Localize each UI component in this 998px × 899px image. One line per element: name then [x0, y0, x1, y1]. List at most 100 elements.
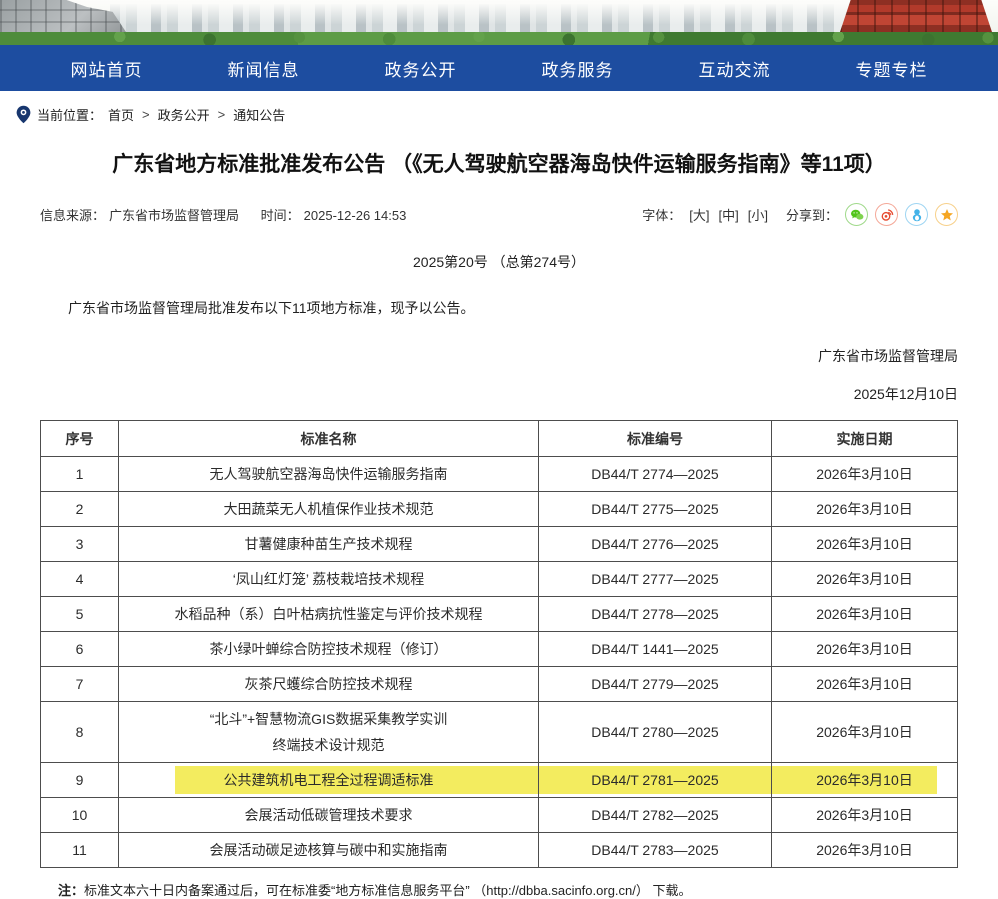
- weibo-share-icon[interactable]: [875, 203, 898, 226]
- table-row: 11 会展活动碳足迹核算与碳中和实施指南 DB44/T 2783—2025 20…: [41, 833, 958, 868]
- breadcrumb-govinfo[interactable]: 政务公开: [158, 105, 210, 124]
- cell-standard-code: DB44/T 2777—2025: [539, 562, 772, 597]
- cell-seq: 7: [41, 667, 119, 702]
- breadcrumb-notices[interactable]: 通知公告: [233, 105, 285, 124]
- font-size-medium-button[interactable]: [中]: [719, 205, 739, 224]
- nav-item[interactable]: 新闻信息: [185, 45, 342, 91]
- cell-standard-code: DB44/T 2776—2025: [539, 527, 772, 562]
- cell-standard-name: 公共建筑机电工程全过程调适标准: [119, 763, 539, 798]
- font-size-label: 字体：: [642, 205, 681, 224]
- header-code: 标准编号: [539, 421, 772, 457]
- nav-item[interactable]: 互动交流: [656, 45, 813, 91]
- cell-standard-code: DB44/T 1441—2025: [539, 632, 772, 667]
- article-source-time: 信息来源： 广东省市场监督管理局 时间： 2025-12-26 14:53: [40, 205, 410, 224]
- cell-standard-code: DB44/T 2779—2025: [539, 667, 772, 702]
- table-row: 8 “北斗”+智慧物流GIS数据采集教学实训 终端技术设计规范 DB44/T 2…: [41, 702, 958, 763]
- table-row: 10 会展活动低碳管理技术要求 DB44/T 2782—2025 2026年3月…: [41, 798, 958, 833]
- cell-standard-name: 甘薯健康种苗生产技术规程: [119, 527, 539, 562]
- cell-seq: 1: [41, 457, 119, 492]
- cell-standard-code: DB44/T 2782—2025: [539, 798, 772, 833]
- breadcrumb-separator: >: [218, 107, 226, 122]
- table-row: 4 ‘凤山红灯笼’ 荔枝栽培技术规程 DB44/T 2777—2025 2026…: [41, 562, 958, 597]
- footnote-label: 注：: [58, 883, 84, 898]
- cell-impl-date: 2026年3月10日: [772, 702, 958, 763]
- share-label: 分享到：: [786, 205, 838, 224]
- font-size-large-button[interactable]: [大]: [689, 205, 709, 224]
- cell-standard-name: 灰茶尺蠖综合防控技术规程: [119, 667, 539, 702]
- breadcrumb-label: 当前位置：: [37, 105, 102, 124]
- cell-impl-date: 2026年3月10日: [772, 667, 958, 702]
- cell-seq: 3: [41, 527, 119, 562]
- cell-seq: 10: [41, 798, 119, 833]
- font-share-controls: 字体： [大] [中] [小] 分享到：: [642, 203, 958, 226]
- cell-seq: 2: [41, 492, 119, 527]
- article-content: 广东省地方标准批准发布公告 （《无人驾驶航空器海岛快件运输服务指南》等11项） …: [0, 150, 998, 899]
- cell-standard-name: “北斗”+智慧物流GIS数据采集教学实训 终端技术设计规范: [119, 702, 539, 763]
- breadcrumb-home[interactable]: 首页: [108, 105, 134, 124]
- wechat-share-icon[interactable]: [845, 203, 868, 226]
- main-nav: 网站首页 新闻信息 政务公开 政务服务 互动交流 专题专栏: [0, 45, 998, 91]
- cell-impl-date: 2026年3月10日: [772, 562, 958, 597]
- qq-share-icon[interactable]: [905, 203, 928, 226]
- signature-org: 广东省市场监督管理局: [40, 346, 958, 366]
- article-meta: 信息来源： 广东省市场监督管理局 时间： 2025-12-26 14:53 字体： …: [40, 203, 958, 226]
- qzone-share-icon[interactable]: [935, 203, 958, 226]
- cell-impl-date: 2026年3月10日: [772, 632, 958, 667]
- nav-item[interactable]: 政务服务: [499, 45, 656, 91]
- trees-image: [0, 32, 998, 45]
- cell-impl-date: 2026年3月10日: [772, 457, 958, 492]
- cell-standard-name: 会展活动低碳管理技术要求: [119, 798, 539, 833]
- cell-seq: 4: [41, 562, 119, 597]
- table-row: 2 大田蔬菜无人机植保作业技术规范 DB44/T 2775—2025 2026年…: [41, 492, 958, 527]
- breadcrumb-separator: >: [142, 107, 150, 122]
- source-value: 广东省市场监督管理局: [109, 208, 239, 223]
- font-size-small-button[interactable]: [小]: [748, 205, 768, 224]
- nav-item[interactable]: 网站首页: [28, 45, 185, 91]
- standards-table: 序号 标准名称 标准编号 实施日期 1 无人驾驶航空器海岛快件运输服务指南 DB…: [40, 420, 958, 868]
- breadcrumb: 当前位置： 首页 > 政务公开 > 通知公告: [0, 91, 998, 124]
- cell-standard-name: 大田蔬菜无人机植保作业技术规范: [119, 492, 539, 527]
- document-number: 2025第20号 （总第274号）: [40, 252, 958, 272]
- cell-standard-code: DB44/T 2775—2025: [539, 492, 772, 527]
- cell-standard-name: 茶小绿叶蝉综合防控技术规程（修订）: [119, 632, 539, 667]
- location-pin-icon: [16, 105, 31, 124]
- header-name: 标准名称: [119, 421, 539, 457]
- cell-seq: 6: [41, 632, 119, 667]
- cell-standard-code: DB44/T 2774—2025: [539, 457, 772, 492]
- header-date: 实施日期: [772, 421, 958, 457]
- header-banner: [0, 0, 998, 45]
- cell-standard-name: ‘凤山红灯笼’ 荔枝栽培技术规程: [119, 562, 539, 597]
- table-row: 5 水稻品种（系）白叶枯病抗性鉴定与评价技术规程 DB44/T 2778—202…: [41, 597, 958, 632]
- stone-sculpture-image: [0, 0, 128, 35]
- time-label: 时间：: [261, 208, 300, 223]
- announcement-body: 广东省市场监督管理局批准发布以下11项地方标准，现予以公告。: [40, 298, 958, 318]
- cell-standard-code: DB44/T 2783—2025: [539, 833, 772, 868]
- table-row: 9 公共建筑机电工程全过程调适标准 DB44/T 2781—2025 2026年…: [41, 763, 958, 798]
- cell-seq: 9: [41, 763, 119, 798]
- table-row: 3 甘薯健康种苗生产技术规程 DB44/T 2776—2025 2026年3月1…: [41, 527, 958, 562]
- cell-standard-name: 水稻品种（系）白叶枯病抗性鉴定与评价技术规程: [119, 597, 539, 632]
- cell-impl-date: 2026年3月10日: [772, 492, 958, 527]
- cell-standard-name: 无人驾驶航空器海岛快件运输服务指南: [119, 457, 539, 492]
- time-value: 2025-12-26 14:53: [304, 208, 407, 223]
- source-label: 信息来源：: [40, 208, 105, 223]
- footnote: 注：标准文本六十日内备案通过后，可在标准委“地方标准信息服务平台” （http:…: [40, 880, 958, 899]
- table-row: 6 茶小绿叶蝉综合防控技术规程（修订） DB44/T 1441—2025 202…: [41, 632, 958, 667]
- cell-standard-code: DB44/T 2780—2025: [539, 702, 772, 763]
- table-row: 1 无人驾驶航空器海岛快件运输服务指南 DB44/T 2774—2025 202…: [41, 457, 958, 492]
- cell-seq: 5: [41, 597, 119, 632]
- table-header-row: 序号 标准名称 标准编号 实施日期: [41, 421, 958, 457]
- nav-item[interactable]: 政务公开: [342, 45, 499, 91]
- cell-standard-code: DB44/T 2778—2025: [539, 597, 772, 632]
- nav-item[interactable]: 专题专栏: [813, 45, 970, 91]
- page-title: 广东省地方标准批准发布公告 （《无人驾驶航空器海岛快件运输服务指南》等11项）: [40, 150, 958, 179]
- cell-impl-date: 2026年3月10日: [772, 833, 958, 868]
- cell-standard-name: 会展活动碳足迹核算与碳中和实施指南: [119, 833, 539, 868]
- signature-date: 2025年12月10日: [40, 384, 958, 404]
- cell-seq: 11: [41, 833, 119, 868]
- cell-impl-date: 2026年3月10日: [772, 763, 958, 798]
- cell-impl-date: 2026年3月10日: [772, 798, 958, 833]
- red-tower-image: [840, 0, 992, 32]
- footnote-text: 标准文本六十日内备案通过后，可在标准委“地方标准信息服务平台” （http://…: [84, 883, 691, 898]
- cell-seq: 8: [41, 702, 119, 763]
